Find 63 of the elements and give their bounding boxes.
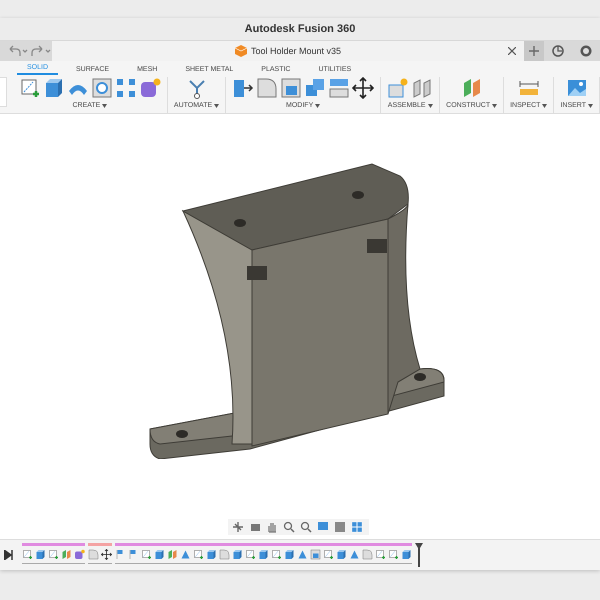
plane-feature-icon[interactable] bbox=[167, 549, 178, 560]
caret-icon bbox=[588, 104, 593, 108]
window-title: Autodesk Fusion 360 bbox=[244, 23, 356, 35]
extrude-feature-icon[interactable] bbox=[232, 549, 243, 560]
sketch-feature-icon[interactable] bbox=[141, 549, 152, 560]
redo-icon[interactable] bbox=[30, 45, 52, 57]
presspull-tool-icon[interactable] bbox=[232, 77, 254, 99]
hole-tool-icon[interactable] bbox=[90, 77, 113, 99]
extrude-feature-icon[interactable] bbox=[35, 549, 46, 560]
cube-icon bbox=[234, 45, 247, 57]
orbit-icon[interactable] bbox=[232, 521, 246, 533]
document-title: Tool Holder Mount v35 bbox=[250, 46, 342, 56]
extrude-feature-icon[interactable] bbox=[206, 549, 217, 560]
form-tool-icon[interactable] bbox=[138, 77, 161, 99]
fillet-feature-icon[interactable] bbox=[219, 549, 230, 560]
sketch-feature-icon[interactable] bbox=[375, 549, 386, 560]
new-tab-button[interactable] bbox=[524, 41, 544, 61]
caret-icon bbox=[492, 104, 498, 108]
shell-feature-icon[interactable] bbox=[310, 549, 321, 560]
move-tool-icon[interactable] bbox=[352, 77, 374, 99]
form-feature-icon[interactable] bbox=[74, 549, 85, 560]
draft-feature-icon[interactable] bbox=[297, 549, 308, 560]
timeline-marker-icon[interactable] bbox=[415, 543, 423, 567]
fillet-tool-icon[interactable] bbox=[256, 77, 278, 99]
grid-icon[interactable] bbox=[351, 521, 365, 533]
play-to-end-icon[interactable] bbox=[4, 550, 14, 560]
sketch-feature-icon[interactable] bbox=[271, 549, 282, 560]
image-tool-icon[interactable] bbox=[566, 77, 588, 99]
zoom-icon[interactable] bbox=[283, 521, 297, 533]
sketch-feature-icon[interactable] bbox=[193, 549, 204, 560]
sketch-feature-icon[interactable] bbox=[388, 549, 399, 560]
close-icon[interactable] bbox=[508, 47, 516, 55]
extrude-feature-icon[interactable] bbox=[401, 549, 412, 560]
component-tool-icon[interactable] bbox=[387, 77, 410, 99]
plane-feature-icon[interactable] bbox=[61, 549, 72, 560]
document-tab[interactable]: Tool Holder Mount v35 bbox=[52, 41, 524, 61]
pattern-tool-icon[interactable] bbox=[114, 77, 137, 99]
shell-tool-icon[interactable] bbox=[280, 77, 302, 99]
joint-tool-icon[interactable] bbox=[411, 77, 434, 99]
square-icon[interactable] bbox=[334, 521, 348, 533]
caret-icon bbox=[428, 104, 433, 108]
extrude-feature-icon[interactable] bbox=[258, 549, 269, 560]
caret-icon bbox=[542, 104, 548, 108]
fillet-feature-icon[interactable] bbox=[362, 549, 373, 560]
caret-icon bbox=[102, 104, 108, 108]
combine-tool-icon[interactable] bbox=[304, 77, 326, 99]
extrude-feature-icon[interactable] bbox=[284, 549, 295, 560]
caret-icon bbox=[214, 104, 220, 108]
move-feature-icon[interactable] bbox=[101, 549, 112, 560]
sketch-feature-icon[interactable] bbox=[323, 549, 334, 560]
extrude-feature-icon[interactable] bbox=[154, 549, 165, 560]
sketch-tool-icon[interactable] bbox=[18, 77, 41, 99]
draft-feature-icon[interactable] bbox=[180, 549, 191, 560]
monitor-icon[interactable] bbox=[317, 521, 331, 533]
zoom-icon[interactable] bbox=[300, 521, 314, 533]
plus-icon bbox=[529, 46, 539, 56]
sketch-feature-icon[interactable] bbox=[22, 549, 33, 560]
offset-tool-icon[interactable] bbox=[328, 77, 350, 99]
extrude-feature-icon[interactable] bbox=[336, 549, 347, 560]
sketch-feature-icon[interactable] bbox=[245, 549, 256, 560]
draft-feature-icon[interactable] bbox=[349, 549, 360, 560]
caret-icon bbox=[315, 104, 320, 108]
sketch-feature-icon[interactable] bbox=[48, 549, 59, 560]
